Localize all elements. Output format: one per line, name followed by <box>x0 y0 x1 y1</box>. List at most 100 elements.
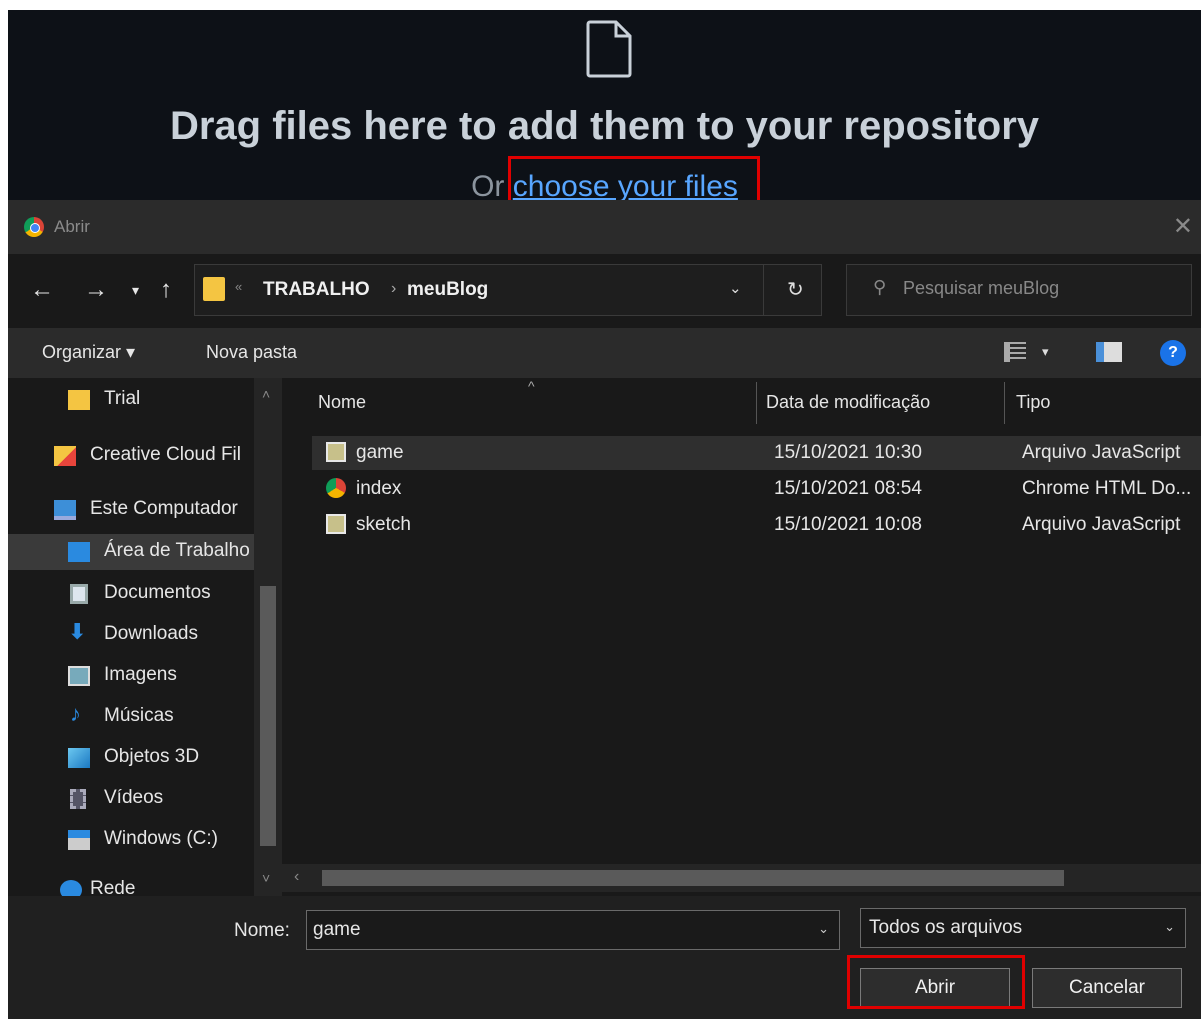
column-header-name[interactable]: Nome <box>318 392 366 413</box>
nav-item-label: Trial <box>104 388 141 409</box>
nav-item-label: Área de Trabalho <box>104 540 250 561</box>
file-date: 15/10/2021 08:54 <box>774 478 922 499</box>
dialog-title: Abrir <box>54 217 90 236</box>
nav-item-pictures[interactable]: Imagens <box>8 658 254 694</box>
file-list: ^ Nome Data de modificação Tipo game 15/… <box>282 378 1201 896</box>
nav-item-3d-objects[interactable]: Objetos 3D <box>8 740 254 776</box>
network-icon <box>60 880 82 896</box>
command-bar: Organizar ▾ Nova pasta ▾ ? <box>8 328 1201 378</box>
recent-locations-chevron-icon[interactable]: ▾ <box>132 282 139 299</box>
drive-icon <box>68 830 90 850</box>
file-row-game[interactable]: game 15/10/2021 10:30 Arquivo JavaScript <box>312 436 1201 470</box>
scroll-up-icon[interactable]: ˄ <box>262 386 270 402</box>
nav-item-music[interactable]: ♪ Músicas <box>8 699 254 735</box>
nav-item-documents[interactable]: Documentos <box>8 576 254 612</box>
view-dropdown-icon[interactable]: ▾ <box>1042 344 1049 360</box>
filetype-dropdown-icon[interactable]: ⌄ <box>1164 919 1175 935</box>
nav-item-videos[interactable]: Vídeos <box>8 781 254 817</box>
file-name: sketch <box>356 514 411 535</box>
scroll-down-icon[interactable]: ˅ <box>262 870 270 886</box>
nav-item-desktop[interactable]: Área de Trabalho <box>8 534 254 570</box>
column-header-date[interactable]: Data de modificação <box>766 392 930 413</box>
nav-item-label: Downloads <box>104 623 198 644</box>
folder-icon <box>203 277 225 301</box>
back-arrow-icon[interactable]: ← <box>30 276 54 304</box>
filename-input[interactable] <box>313 919 803 941</box>
downloads-icon: ⬇ <box>68 619 87 644</box>
new-folder-button[interactable]: Nova pasta <box>206 342 297 363</box>
file-row-index[interactable]: index 15/10/2021 08:54 Chrome HTML Do... <box>312 472 1201 506</box>
nav-item-trial[interactable]: Trial <box>8 382 254 418</box>
music-icon: ♪ <box>70 701 81 726</box>
filetype-value: Todos os arquivos <box>869 917 1023 938</box>
nav-item-label: Objetos 3D <box>104 746 200 767</box>
choose-prefix: Or <box>471 170 505 203</box>
breadcrumb-separator-icon[interactable]: › <box>391 280 396 298</box>
file-type: Arquivo JavaScript <box>1022 514 1181 535</box>
nav-item-label: Vídeos <box>104 787 164 808</box>
highlight-box-open <box>847 955 1025 1009</box>
sort-ascending-icon: ^ <box>528 378 535 394</box>
file-type: Chrome HTML Do... <box>1022 478 1192 499</box>
nav-item-label: Músicas <box>104 705 174 726</box>
column-divider[interactable] <box>1004 382 1005 424</box>
filename-label: Nome: <box>234 920 290 941</box>
nav-item-label: Imagens <box>104 664 177 685</box>
filename-dropdown-icon[interactable]: ⌄ <box>818 921 829 937</box>
breadcrumb-trabalho[interactable]: TRABALHO <box>263 279 370 301</box>
nav-item-label: Creative Cloud Fil <box>90 444 241 465</box>
nav-scrollbar[interactable]: ˄ ˅ <box>254 378 282 896</box>
preview-pane-icon[interactable] <box>1096 342 1122 362</box>
file-date: 15/10/2021 10:30 <box>774 442 922 463</box>
file-row-sketch[interactable]: sketch 15/10/2021 10:08 Arquivo JavaScri… <box>312 508 1201 542</box>
nav-scrollbar-thumb[interactable] <box>260 586 276 846</box>
drop-title: Drag files here to add them to your repo… <box>169 104 1040 148</box>
scroll-left-icon[interactable]: ‹ <box>294 868 299 886</box>
breadcrumb-meublog[interactable]: meuBlog <box>407 279 488 301</box>
cancel-button[interactable]: Cancelar <box>1032 968 1182 1008</box>
address-bar[interactable]: « TRABALHO › meuBlog ⌄ ↻ <box>194 264 822 316</box>
pictures-icon <box>68 666 90 686</box>
filename-field[interactable]: ⌄ <box>306 910 840 950</box>
help-icon[interactable]: ? <box>1160 340 1186 366</box>
nav-item-creative-cloud[interactable]: Creative Cloud Fil <box>8 438 254 474</box>
search-box[interactable]: ⚲ <box>846 264 1192 316</box>
videos-icon <box>70 789 86 809</box>
nav-item-network[interactable]: Rede <box>8 872 254 896</box>
nav-item-label: Rede <box>90 878 136 896</box>
close-icon[interactable]: ✕ <box>1173 212 1193 241</box>
filetype-select[interactable]: Todos os arquivos ⌄ <box>860 908 1186 948</box>
up-arrow-icon[interactable]: ↑ <box>160 276 172 304</box>
address-dropdown-icon[interactable]: ⌄ <box>729 279 742 297</box>
search-input[interactable] <box>903 278 1173 299</box>
column-divider[interactable] <box>756 382 757 424</box>
nav-item-label: Windows (C:) <box>104 828 219 849</box>
folder-icon <box>68 390 90 410</box>
file-type: Arquivo JavaScript <box>1022 442 1181 463</box>
nav-item-downloads[interactable]: ⬇ Downloads <box>8 617 254 653</box>
chrome-icon <box>24 217 44 237</box>
file-name: index <box>356 478 402 499</box>
js-file-icon <box>326 442 346 462</box>
search-icon: ⚲ <box>873 277 887 297</box>
file-list-scrollbar[interactable]: ‹ <box>282 864 1201 892</box>
3d-objects-icon <box>68 748 90 768</box>
file-icon <box>586 20 632 78</box>
documents-icon <box>70 584 88 604</box>
view-options-icon[interactable] <box>1004 342 1026 362</box>
organize-button[interactable]: Organizar ▾ <box>42 342 135 363</box>
dialog-titlebar: Abrir ✕ <box>8 200 1201 254</box>
js-file-icon <box>326 514 346 534</box>
refresh-icon[interactable]: ↻ <box>787 277 804 302</box>
navigation-bar: ← → ▾ ↑ « TRABALHO › meuBlog ⌄ ↻ ⚲ <box>8 254 1201 328</box>
address-divider <box>763 265 764 315</box>
file-date: 15/10/2021 10:08 <box>774 514 922 535</box>
file-list-scrollbar-thumb[interactable] <box>322 870 1064 886</box>
nav-item-computer[interactable]: Este Computador <box>8 492 254 528</box>
nav-item-label: Documentos <box>104 582 211 603</box>
column-header-type[interactable]: Tipo <box>1016 392 1050 413</box>
breadcrumb-overflow[interactable]: « <box>235 279 242 294</box>
nav-item-windows-c[interactable]: Windows (C:) <box>8 822 254 858</box>
open-dialog: Abrir ✕ ← → ▾ ↑ « TRABALHO › meuBlog ⌄ ↻… <box>8 200 1201 1019</box>
forward-arrow-icon[interactable]: → <box>84 276 108 304</box>
